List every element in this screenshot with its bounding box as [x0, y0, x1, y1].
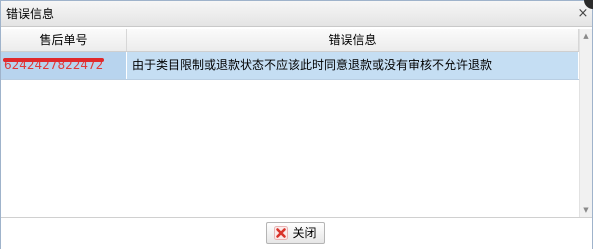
column-header-order-no[interactable]: 售后单号 — [1, 29, 127, 51]
red-x-icon — [274, 226, 289, 240]
error-grid: 售后单号 错误信息 6242427822472 由于类目限制或退款状态不应该此时… — [1, 29, 592, 217]
error-dialog: 错误信息 × 售后单号 错误信息 6242427822472 由于类目限制或退款… — [0, 0, 593, 249]
close-button-label: 关闭 — [292, 226, 317, 240]
dialog-titlebar[interactable]: 错误信息 × — [1, 1, 592, 27]
close-button[interactable]: 关闭 — [266, 222, 325, 244]
close-icon[interactable]: × — [577, 7, 589, 20]
redacted-order-no: 6242427822472 — [2, 52, 105, 79]
dialog-footer: 关闭 — [1, 217, 592, 249]
arrow-up-icon[interactable]: ▲ — [580, 29, 592, 43]
grid-header: 售后单号 错误信息 — [1, 29, 579, 52]
vertical-scrollbar[interactable]: ▲ ▼ — [579, 29, 592, 217]
dialog-title: 错误信息 — [6, 7, 55, 21]
cell-order-no: 6242427822472 — [1, 52, 127, 79]
column-header-error[interactable]: 错误信息 — [127, 29, 579, 51]
arrow-down-icon[interactable]: ▼ — [580, 203, 592, 217]
cell-error-message: 由于类目限制或退款状态不应该此时同意退款或没有审核不允许退款 — [127, 52, 579, 79]
table-row[interactable]: 6242427822472 由于类目限制或退款状态不应该此时同意退款或没有审核不… — [1, 52, 579, 80]
